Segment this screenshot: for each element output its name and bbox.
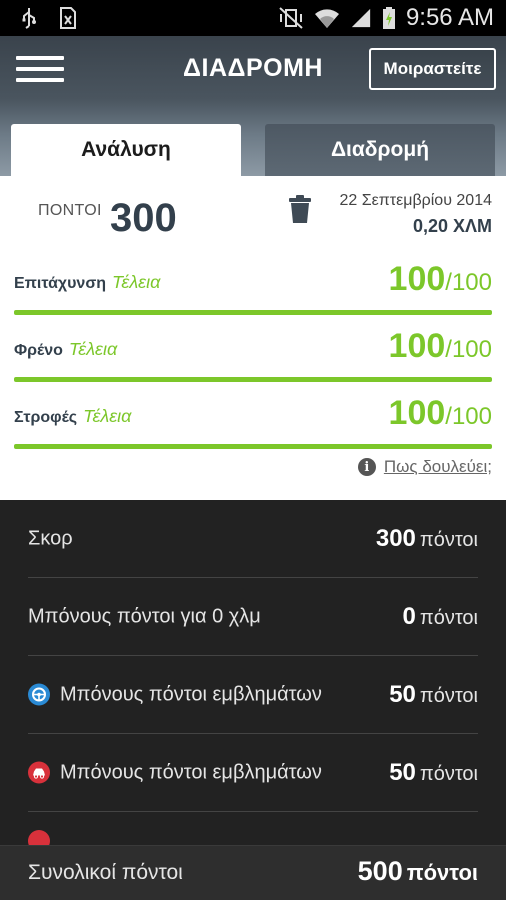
- wifi-icon: [314, 9, 339, 28]
- share-button[interactable]: Μοιραστείτε: [369, 48, 496, 90]
- metric-value: 100: [388, 260, 446, 298]
- trash-icon[interactable]: [287, 194, 313, 224]
- list-item-label: Μπόνους πόντοι εμβλημάτων: [60, 761, 322, 783]
- status-right-icons: 9:56 AM: [278, 4, 494, 32]
- trip-distance: 0,20 ΧΛΜ: [412, 216, 492, 236]
- metric-label: Στροφές: [14, 409, 78, 426]
- list-item-value: 50: [389, 758, 416, 786]
- list-item-score: Σκορ 300 πόντοι: [28, 500, 478, 578]
- list-item-value: 50: [389, 680, 416, 708]
- status-bar: 9:56 AM: [0, 0, 506, 36]
- list-item-distance-bonus: Μπόνους πόντοι για 0 χλμ 0 πόντοι: [28, 578, 478, 656]
- app-header: ΔΙΑΔΡΟΜΗ Μοιραστείτε Ανάλυση Διαδρομή: [0, 36, 506, 176]
- list-item-label: Σκορ: [28, 527, 73, 549]
- list-item-value: 300: [375, 524, 416, 552]
- metric-label: Επιτάχυνση: [14, 275, 107, 292]
- metric-progress-bar: [14, 444, 492, 449]
- metric-acceleration: Επιτάχυνση Τέλεια 100/100: [14, 255, 492, 315]
- metric-progress-bar: [14, 377, 492, 382]
- how-it-works-link[interactable]: i Πως δουλεύει;: [357, 457, 492, 477]
- info-icon: i: [357, 458, 376, 476]
- score-breakdown-list: Σκορ 300 πόντοι Μπόνους πόντοι για 0 χλμ …: [0, 500, 506, 845]
- sd-card-icon: [60, 7, 76, 29]
- total-unit: πόντοι: [406, 860, 478, 885]
- tab-route[interactable]: Διαδρομή: [265, 124, 495, 176]
- list-item-unit: πόντοι: [419, 606, 478, 629]
- list-item-unit: πόντοι: [419, 528, 478, 551]
- metric-label: Φρένο: [14, 342, 63, 359]
- list-item-label: Μπόνους πόντοι για 0 χλμ: [28, 605, 261, 627]
- battery-charging-icon: [382, 7, 395, 29]
- badge-icon: [28, 830, 50, 845]
- vibrate-mute-icon: [279, 7, 303, 29]
- how-it-works-text: Πως δουλεύει;: [383, 457, 492, 476]
- metric-cornering: Στροφές Τέλεια 100/100: [14, 389, 492, 449]
- metric-quality: Τέλεια: [112, 272, 161, 292]
- total-label: Συνολικοί πόντοι: [28, 861, 183, 884]
- metric-quality: Τέλεια: [83, 406, 132, 426]
- metric-value: 100: [388, 327, 446, 365]
- points-value: 300: [110, 196, 177, 240]
- total-value: 500: [357, 856, 403, 886]
- metric-progress-bar: [14, 310, 492, 315]
- signal-icon: [351, 8, 371, 28]
- metric-value: 100: [388, 394, 446, 432]
- list-item-unit: πόντοι: [419, 762, 478, 785]
- steering-wheel-badge-icon: [28, 683, 50, 706]
- trip-date: 22 Σεπτεμβρίου 2014: [339, 192, 492, 209]
- metric-max: /100: [445, 403, 492, 430]
- car-badge-icon: [28, 761, 50, 784]
- list-item-value: 0: [402, 602, 416, 630]
- analysis-panel: ΠΟΝΤΟΙ 300 22 Σεπτεμβρίου 2014 0,20 ΧΛΜ …: [0, 176, 506, 500]
- metric-max: /100: [445, 269, 492, 296]
- points-label: ΠΟΝΤΟΙ: [38, 202, 102, 219]
- list-item-badge-bonus: Μπόνους πόντοι εμβλημάτων 50 πόντοι: [28, 734, 478, 812]
- list-item-label: Μπόνους πόντοι εμβλημάτων: [60, 683, 322, 705]
- tab-analysis[interactable]: Ανάλυση: [11, 124, 241, 176]
- metric-max: /100: [445, 336, 492, 363]
- list-item-partial: [28, 812, 478, 845]
- usb-icon: [22, 8, 36, 29]
- status-time: 9:56 AM: [405, 4, 494, 31]
- metric-quality: Τέλεια: [68, 339, 118, 359]
- status-left-icons: [18, 6, 78, 30]
- total-points-footer: Συνολικοί πόντοι 500 πόντοι: [0, 845, 506, 900]
- metric-braking: Φρένο Τέλεια 100/100: [14, 322, 492, 382]
- list-item-unit: πόντοι: [419, 684, 478, 707]
- list-item-badge-bonus: Μπόνους πόντοι εμβλημάτων 50 πόντοι: [28, 656, 478, 734]
